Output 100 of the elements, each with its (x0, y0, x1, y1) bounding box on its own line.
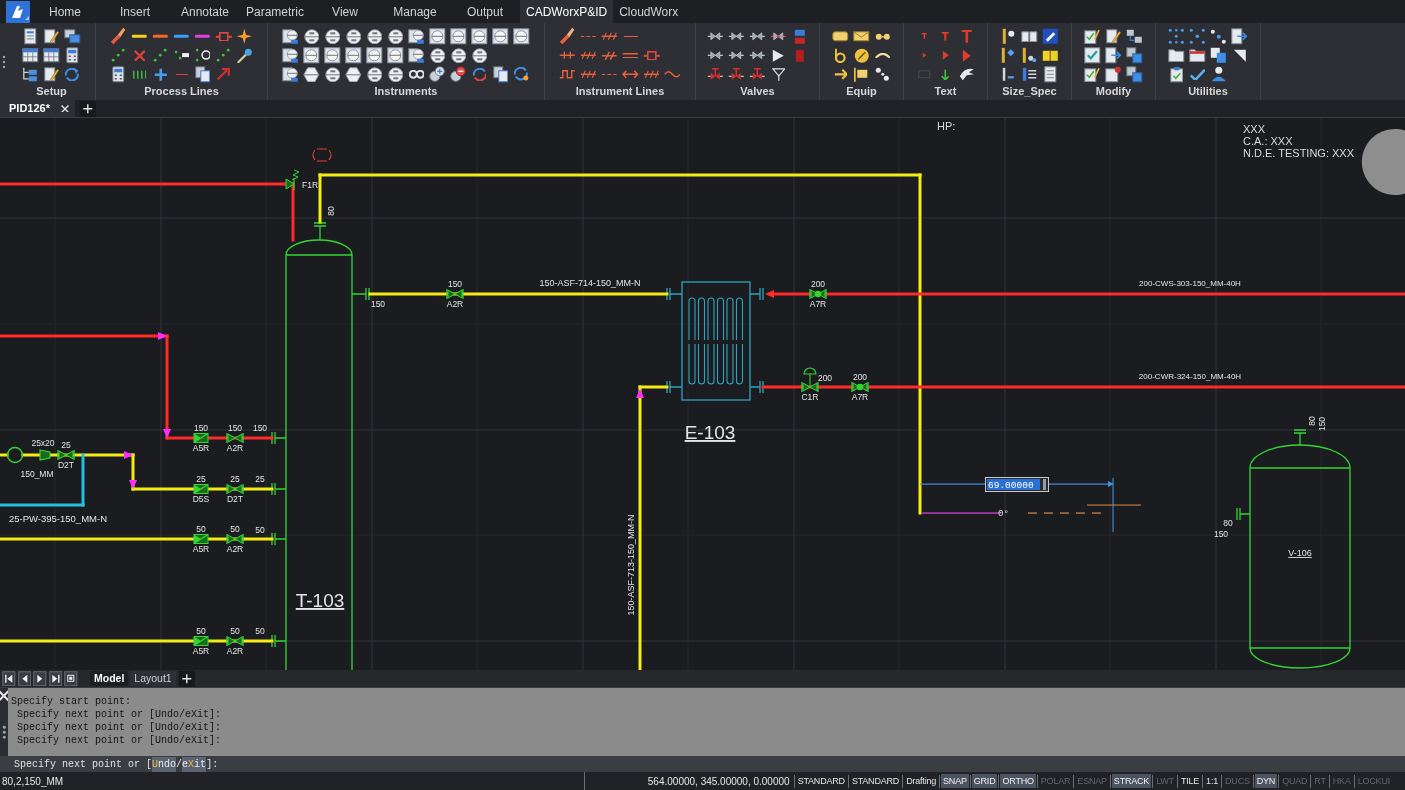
valve-icon[interactable] (707, 32, 724, 41)
valve-icon[interactable] (707, 51, 724, 60)
valve-icon[interactable] (749, 32, 766, 41)
link-icon[interactable] (408, 70, 425, 79)
edit-document-icon[interactable] (43, 29, 60, 44)
double-arrow-line-icon[interactable] (622, 70, 639, 79)
command-option[interactable]: Undo (152, 756, 177, 772)
overlapping-squares-icon[interactable] (1126, 47, 1143, 64)
framed-bubble-icon[interactable] (471, 28, 488, 45)
actuated-valve-icon[interactable] (728, 68, 745, 81)
edit-document-icon[interactable] (1105, 29, 1122, 44)
next-icon[interactable] (33, 670, 47, 687)
ribbon-tab[interactable]: Annotate (170, 0, 240, 23)
dotted-line-icon[interactable] (216, 48, 231, 63)
stacked-documents-icon[interactable] (492, 66, 509, 83)
triangle-marker-icon[interactable] (961, 48, 972, 63)
curved-line-icon[interactable] (664, 71, 681, 78)
close-icon[interactable] (61, 104, 69, 113)
wing-icon[interactable] (958, 68, 975, 81)
copy-icon[interactable] (1210, 47, 1227, 64)
instrument-sheet-icon[interactable] (408, 28, 425, 45)
table-icon[interactable] (43, 48, 60, 63)
document-arrow-icon[interactable] (1231, 28, 1248, 45)
status-field[interactable]: Drafting (904, 774, 939, 788)
size-points-icon[interactable] (1021, 47, 1038, 64)
skip-first-icon[interactable] (2, 670, 16, 687)
status-field[interactable]: 1:1 (1204, 774, 1221, 788)
status-toggle[interactable]: DYN (1254, 774, 1278, 788)
arrow-icon[interactable] (833, 69, 848, 80)
instrument-sheet-icon[interactable] (282, 47, 299, 64)
double-line-icon[interactable] (622, 52, 639, 59)
exchange-arrows-icon[interactable] (472, 67, 487, 82)
calculator-icon[interactable] (112, 66, 125, 83)
command-option[interactable]: eXit (182, 756, 207, 772)
instrument-bubble-icon[interactable] (471, 47, 488, 64)
instrument-bubble-icon[interactable] (366, 66, 383, 83)
refresh-icon[interactable] (65, 67, 80, 82)
clipboard-check-icon[interactable] (1169, 66, 1184, 83)
framed-bubble-icon[interactable] (366, 47, 383, 64)
dashed-line-icon[interactable] (601, 73, 618, 76)
arc-icon[interactable] (874, 52, 891, 59)
layout-tab[interactable]: Model (89, 671, 129, 686)
cross-icon[interactable] (133, 49, 146, 62)
funnel-icon[interactable] (771, 67, 786, 82)
corner-triangle-icon[interactable] (1232, 48, 1247, 63)
list-document-icon[interactable] (1044, 66, 1057, 83)
hexagon-bubble-icon[interactable] (345, 66, 362, 83)
instrument-bubble-icon[interactable] (303, 28, 320, 45)
stacked-windows-icon[interactable] (64, 29, 81, 44)
tank-icon[interactable] (832, 31, 849, 42)
edit-document-icon[interactable] (43, 67, 60, 82)
inline-box-icon[interactable] (642, 50, 661, 61)
square-wave-icon[interactable] (559, 70, 576, 79)
bubble-remove-icon[interactable] (450, 66, 467, 83)
ribbon-tab[interactable]: View (310, 0, 380, 23)
instrument-bubble-icon[interactable] (387, 66, 404, 83)
triangle-marker-icon[interactable] (921, 52, 928, 59)
text-style-icon[interactable] (960, 29, 973, 44)
check-icon[interactable] (1084, 47, 1101, 64)
minus-icon[interactable] (174, 73, 189, 76)
triangle-marker-icon[interactable] (941, 50, 950, 61)
valve-icon[interactable] (749, 51, 766, 60)
instrument-sheet-icon[interactable] (282, 66, 299, 83)
text-style-icon[interactable] (941, 31, 950, 42)
twin-circles-icon[interactable] (874, 32, 891, 41)
envelope-icon[interactable] (853, 31, 870, 42)
dimension-input[interactable]: 69.00000 (985, 477, 1049, 492)
dotted-line-icon[interactable] (173, 50, 190, 61)
valve-icon[interactable] (770, 32, 787, 41)
grip-icon[interactable] (2, 54, 6, 69)
text-style-icon[interactable] (921, 33, 928, 40)
plus-icon[interactable] (177, 669, 196, 688)
hatched-line-icon[interactable] (601, 50, 618, 61)
bubble-add-icon[interactable] (429, 66, 446, 83)
brush-icon[interactable] (559, 27, 576, 46)
line-icon[interactable] (622, 35, 639, 38)
size-marker-icon[interactable] (1001, 28, 1016, 45)
instrument-bubble-icon[interactable] (450, 47, 467, 64)
actuated-valve-icon[interactable] (749, 68, 766, 81)
points-icon[interactable] (1210, 28, 1227, 45)
book-icon[interactable] (1021, 30, 1038, 43)
refresh-link-icon[interactable] (513, 67, 530, 82)
framed-bubble-icon[interactable] (429, 28, 446, 45)
plus-icon[interactable] (78, 99, 97, 118)
small-marker-icon[interactable] (1002, 67, 1015, 82)
instrument-bubble-icon[interactable] (429, 47, 446, 64)
stacked-documents-icon[interactable] (194, 66, 211, 83)
status-field[interactable]: STANDARD (849, 774, 902, 788)
list-icon[interactable] (1021, 67, 1038, 82)
scattered-dots-icon[interactable] (875, 67, 890, 82)
edit-tile-icon[interactable] (1042, 28, 1059, 45)
instrument-sheet-icon[interactable] (408, 47, 425, 64)
size-diamond-icon[interactable] (1001, 47, 1016, 64)
framed-bubble-icon[interactable] (303, 47, 320, 64)
grid-points-icon[interactable] (1168, 28, 1185, 45)
instrument-bubble-icon[interactable] (345, 28, 362, 45)
scatter-points-icon[interactable] (1189, 28, 1206, 45)
hatched-line-icon[interactable] (580, 51, 597, 60)
framed-bubble-icon[interactable] (345, 47, 362, 64)
ribbon-tab[interactable]: Insert (100, 0, 170, 23)
